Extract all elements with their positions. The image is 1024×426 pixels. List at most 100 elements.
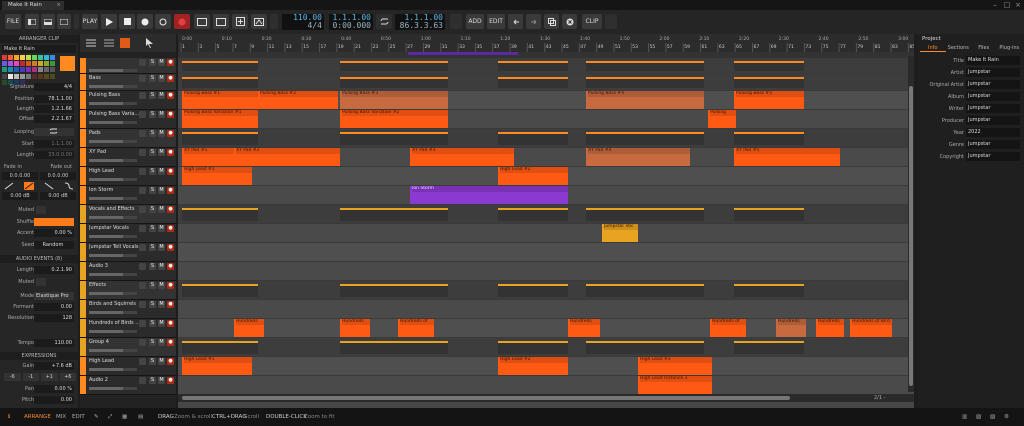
metadata-field[interactable]: Jumpstar	[966, 92, 1020, 101]
mixer-panel-icon[interactable]: ▨	[990, 408, 995, 426]
clip-menu-button[interactable]: CLIP	[582, 14, 602, 29]
group-clip-summary[interactable]	[586, 77, 704, 88]
clip[interactable]: High Lead #3	[638, 357, 712, 375]
track-header[interactable]: Effects S M ●	[80, 281, 176, 300]
group-clip-summary[interactable]	[498, 341, 568, 354]
track-header[interactable]: Audio 2 S M ●	[80, 376, 176, 395]
palette-swatch[interactable]	[50, 55, 55, 60]
solo-button[interactable]: S	[149, 377, 156, 384]
mute-button[interactable]: M	[158, 187, 165, 194]
fade-out-db-field[interactable]: 0.00 dB	[40, 192, 76, 200]
position-display[interactable]: 1.1.1.00 0:00.000	[329, 14, 373, 30]
track-volume-fader[interactable]	[89, 387, 137, 390]
resolution-field[interactable]: 128	[34, 314, 74, 322]
solo-button[interactable]: S	[149, 339, 156, 346]
add-plus-icon[interactable]	[232, 14, 248, 29]
track-lane[interactable]	[178, 224, 914, 243]
position-field[interactable]: 78.1.1.00	[34, 95, 74, 103]
gain-step-minus1[interactable]: -1	[22, 373, 39, 381]
record-arm-button[interactable]: ●	[167, 130, 174, 137]
clip[interactable]: Hundreds	[234, 319, 264, 337]
tempo-display[interactable]: 110.00 4/4	[282, 14, 324, 30]
palette-swatch[interactable]	[26, 67, 31, 73]
clip[interactable]: Hundreds	[568, 319, 600, 337]
palette-swatch[interactable]	[8, 61, 13, 67]
inspector-panel-icon[interactable]: ▧	[976, 408, 981, 426]
tab-info[interactable]: Info	[920, 44, 946, 52]
track-name[interactable]: High Lead	[89, 358, 139, 364]
seed-field[interactable]: Random	[34, 241, 74, 249]
vertical-scrollbar[interactable]	[908, 56, 914, 392]
track-activate-icon[interactable]	[139, 187, 146, 194]
clip[interactable]: XY Pad #5	[734, 148, 840, 166]
track-header[interactable]: Birds and Squirrels S M ●	[80, 300, 176, 319]
group-clip-summary[interactable]	[182, 132, 258, 145]
track-volume-fader[interactable]	[89, 69, 137, 72]
close-tab-icon[interactable]: ×	[56, 1, 61, 10]
gain-step-plus1[interactable]: +1	[41, 373, 58, 381]
timeline-ruler[interactable]: 0:00 0:10 0:20 0:30 0:40 0:50 1:00 1:10 1:20 1:30…	[178, 34, 914, 52]
shuffle-toggle[interactable]: ON	[34, 218, 74, 226]
edit-view-button[interactable]: EDIT	[72, 408, 85, 426]
copy-icon[interactable]	[544, 14, 559, 29]
wrench-icon[interactable]: ✎	[94, 408, 99, 426]
arrange-mode-icon[interactable]	[120, 38, 130, 48]
track-name[interactable]: Pulsing Bass	[89, 92, 139, 98]
mute-button[interactable]: M	[158, 225, 165, 232]
stop-button[interactable]	[119, 14, 135, 29]
track-list-icon[interactable]	[86, 39, 96, 47]
clip-color-swatch[interactable]	[60, 56, 75, 71]
clip[interactable]: High Lead #2	[498, 167, 568, 185]
metadata-field[interactable]: Jumpstar	[966, 68, 1020, 77]
piano-icon[interactable]: ▤	[138, 408, 143, 426]
track-name[interactable]: XY Pad	[89, 149, 139, 155]
arranger-timeline[interactable]: 0:00 0:10 0:20 0:30 0:40 0:50 1:00 1:10 1:20 1:30…	[178, 34, 914, 408]
record-arm-button[interactable]: ●	[167, 59, 174, 66]
group-clip-summary[interactable]	[498, 132, 568, 145]
metronome-icon[interactable]	[270, 14, 278, 29]
palette-swatch[interactable]	[38, 67, 43, 73]
fade-curve-out-icon[interactable]	[44, 182, 54, 190]
track-header[interactable]: Pulsing Bass S M ●	[80, 91, 176, 110]
undo-icon[interactable]	[508, 14, 523, 29]
scrollbar-thumb[interactable]	[182, 396, 790, 400]
track-volume-fader[interactable]	[89, 349, 137, 352]
horizontal-scrollbar[interactable]	[178, 394, 914, 402]
track-activate-icon[interactable]	[139, 339, 146, 346]
track-volume-fader[interactable]	[89, 311, 137, 314]
fade-curve-s-icon[interactable]	[64, 182, 74, 190]
track-activate-icon[interactable]	[139, 59, 146, 66]
palette-swatch[interactable]	[14, 73, 19, 79]
muted-toggle[interactable]	[36, 206, 46, 214]
loop-length-field[interactable]: 33.0.0.00	[34, 151, 74, 159]
track-header[interactable]: Ion Storm S M ●	[80, 186, 176, 205]
track-activate-icon[interactable]	[139, 358, 146, 365]
track-volume-fader[interactable]	[89, 368, 137, 371]
maximize-icon[interactable]: □	[1002, 0, 1012, 10]
record-arm-button[interactable]: ●	[167, 339, 174, 346]
panel-bottom-icon[interactable]	[41, 14, 55, 29]
solo-button[interactable]: S	[149, 59, 156, 66]
solo-button[interactable]: S	[149, 358, 156, 365]
track-volume-fader[interactable]	[89, 330, 137, 333]
track-activate-icon[interactable]	[139, 244, 146, 251]
palette-swatch[interactable]	[44, 73, 49, 79]
record-arm-button[interactable]: ●	[167, 358, 174, 365]
clip[interactable]: Pulsing Bass Variation #2	[340, 110, 448, 128]
track-header[interactable]: Audio 3 S M ●	[80, 262, 176, 281]
formant-field[interactable]: 0.00	[34, 303, 74, 311]
record-arm-button[interactable]: ●	[167, 301, 174, 308]
track-volume-fader[interactable]	[89, 197, 137, 200]
track-header[interactable]: Vocals and Effects S M ●	[80, 205, 176, 224]
gain-step-plus6[interactable]: +6	[59, 373, 76, 381]
mute-button[interactable]: M	[158, 244, 165, 251]
track-header[interactable]: High Lead S M ●	[80, 357, 176, 376]
length-field[interactable]: 1.2.1.66	[34, 105, 74, 113]
palette-swatch[interactable]	[44, 61, 49, 67]
track-activate-icon[interactable]	[139, 320, 146, 327]
fade-curve-active-icon[interactable]	[24, 182, 34, 190]
mute-button[interactable]: M	[158, 320, 165, 327]
mix-view-button[interactable]: MIX	[56, 408, 66, 426]
tab-files[interactable]: Files	[971, 44, 997, 52]
track-activate-icon[interactable]	[139, 92, 146, 99]
